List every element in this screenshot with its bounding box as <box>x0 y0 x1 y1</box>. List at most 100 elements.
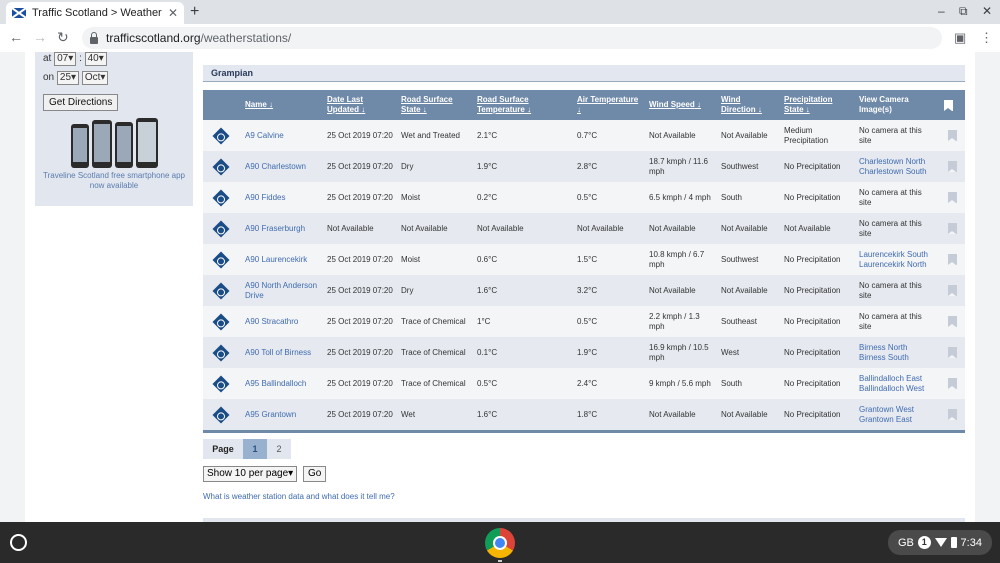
station-name-link[interactable]: A9 Calvine <box>245 131 284 140</box>
station-name-link[interactable]: A90 Toll of Birness <box>245 348 311 357</box>
camera-cell: No camera at this site <box>855 182 940 213</box>
minute-select[interactable]: 40▾ <box>84 52 107 66</box>
bookmark-header-icon[interactable] <box>940 90 965 120</box>
tab-strip: Traffic Scotland > Weather Statio ✕ + – … <box>0 0 1000 24</box>
station-name-link[interactable]: A90 North Anderson Drive <box>245 281 317 300</box>
bookmark-icon[interactable] <box>948 254 957 265</box>
sort-air-temp-header[interactable]: Air Temperature ↓ <box>573 90 645 120</box>
sort-date-header[interactable]: Date Last Updated ↓ <box>323 90 397 120</box>
sort-name-header[interactable]: Name ↓ <box>241 90 323 120</box>
running-indicator <box>498 560 502 562</box>
date-cell: 25 Oct 2019 07:20 <box>327 316 393 326</box>
camera-link[interactable]: Birness North <box>859 343 907 352</box>
road-state-cell: Trace of Chemical <box>401 378 466 388</box>
camera-link[interactable]: Ballindalloch East <box>859 374 922 383</box>
page-2-button[interactable]: 2 <box>267 439 291 459</box>
station-name-link[interactable]: A90 Fraserburgh <box>245 224 305 233</box>
wind-speed-cell: 18.7 kmph / 11.6 mph <box>649 156 708 176</box>
station-name-cell: A90 Fraserburgh <box>241 213 323 244</box>
close-window-button[interactable]: ✕ <box>982 4 992 18</box>
new-tab-button[interactable]: + <box>190 3 199 21</box>
restore-button[interactable]: ⧉ <box>959 4 968 19</box>
reload-icon[interactable]: ↻ <box>57 29 69 46</box>
station-cell <box>203 275 241 306</box>
camera-link[interactable]: Ballindalloch West <box>859 384 924 393</box>
sort-precipitation-header[interactable]: Precipitation State ↓ <box>780 90 855 120</box>
camera-link[interactable]: Laurencekirk North <box>859 260 927 269</box>
profile-icon[interactable]: ▣ <box>954 30 966 46</box>
bookmark-icon[interactable] <box>948 161 957 172</box>
station-name-link[interactable]: A90 Fiddes <box>245 193 285 202</box>
camera-link[interactable]: Laurencekirk South <box>859 250 928 259</box>
camera-link[interactable]: Grantown East <box>859 415 912 424</box>
road-state-cell: Moist <box>401 192 421 202</box>
camera-status: No camera at this site <box>859 187 922 207</box>
road-temp-cell: 1.9°C <box>477 161 498 171</box>
traveline-app-link[interactable]: Traveline Scotland free smartphone app n… <box>43 171 185 191</box>
go-button[interactable]: Go <box>302 466 327 482</box>
station-name-link[interactable]: A90 Charlestown <box>245 162 306 171</box>
wind-direction-cell: West <box>721 347 740 357</box>
camera-link[interactable]: Birness South <box>859 353 909 362</box>
bookmark-icon[interactable] <box>948 285 957 296</box>
bookmark-icon[interactable] <box>948 316 957 327</box>
sort-wind-speed-header[interactable]: Wind Speed ↓ <box>645 90 717 120</box>
camera-link[interactable]: Charlestown South <box>859 167 927 176</box>
road-state-cell: Moist <box>401 254 421 264</box>
camera-status: No camera at this site <box>859 218 922 238</box>
browser-tab[interactable]: Traffic Scotland > Weather Statio ✕ <box>6 2 184 24</box>
bookmark-icon[interactable] <box>948 192 957 203</box>
wind-speed-cell: Not Available <box>649 223 696 233</box>
sort-road-state-header[interactable]: Road Surface State ↓ <box>397 90 473 120</box>
minimize-button[interactable]: – <box>938 4 945 18</box>
bookmark-icon[interactable] <box>948 347 957 358</box>
bookmark-cell <box>940 275 965 306</box>
station-cell <box>203 120 241 151</box>
month-select[interactable]: Oct▾ <box>81 71 109 85</box>
wind-speed-cell: Not Available <box>649 409 696 419</box>
station-name-link[interactable]: A95 Grantown <box>245 410 296 419</box>
status-tray[interactable]: GB 1 7:34 <box>888 530 992 555</box>
bookmark-icon[interactable] <box>948 223 957 234</box>
table-row: A9 Calvine 25 Oct 2019 07:20 Wet and Treat… <box>203 120 965 151</box>
station-name-link[interactable]: A90 Laurencekirk <box>245 255 307 264</box>
bookmark-icon[interactable] <box>948 130 957 141</box>
address-bar[interactable]: trafficscotland.org/weatherstations/ <box>82 27 942 49</box>
camera-cell: Birness North Birness South <box>855 337 940 368</box>
weather-data-help-link[interactable]: What is weather station data and what do… <box>203 492 395 501</box>
precipitation-cell: No Precipitation <box>784 161 841 171</box>
station-name-cell: A90 North Anderson Drive <box>241 275 323 306</box>
camera-link[interactable]: Charlestown North <box>859 157 925 166</box>
sort-road-temp-header[interactable]: Road Surface Temperature ↓ <box>473 90 573 120</box>
launcher-icon[interactable] <box>10 534 27 551</box>
station-name-link[interactable]: A95 Ballindalloch <box>245 379 306 388</box>
keyboard-locale: GB <box>897 536 914 549</box>
date-cell: 25 Oct 2019 07:20 <box>327 285 393 295</box>
sort-wind-direction-header[interactable]: Wind Direction ↓ <box>717 90 780 120</box>
menu-kebab-icon[interactable]: ⋮ <box>980 30 993 46</box>
camera-status: No camera at this site <box>859 280 922 300</box>
chrome-app-icon[interactable] <box>485 528 515 558</box>
date-cell: 25 Oct 2019 07:20 <box>327 409 393 419</box>
wind-direction-cell: Not Available <box>721 285 768 295</box>
forward-arrow-icon[interactable]: → <box>33 29 47 45</box>
day-select[interactable]: 25▾ <box>56 71 80 85</box>
clock-time: 7:34 <box>960 536 982 549</box>
camera-link[interactable]: Grantown West <box>859 405 914 414</box>
station-cell <box>203 244 241 275</box>
smartphone-app-image[interactable] <box>71 118 158 168</box>
wind-speed-cell: 6.5 kmph / 4 mph <box>649 192 711 202</box>
station-name-link[interactable]: A90 Stracathro <box>245 317 298 326</box>
page-label: Page <box>203 439 243 459</box>
station-name-cell: A90 Charlestown <box>241 151 323 182</box>
page-1-button[interactable]: 1 <box>243 439 267 459</box>
bookmark-icon[interactable] <box>948 378 957 389</box>
hour-select[interactable]: 07▾ <box>54 52 77 66</box>
get-directions-button[interactable]: Get Directions <box>43 94 119 111</box>
date-cell: 25 Oct 2019 07:20 <box>327 347 393 357</box>
bookmark-icon[interactable] <box>948 409 957 420</box>
page-size-select[interactable]: Show 10 per page▾ <box>203 466 298 482</box>
tab-close-icon[interactable]: ✕ <box>168 6 178 20</box>
saltire-favicon-icon <box>12 8 26 18</box>
back-arrow-icon[interactable]: ← <box>9 29 23 45</box>
